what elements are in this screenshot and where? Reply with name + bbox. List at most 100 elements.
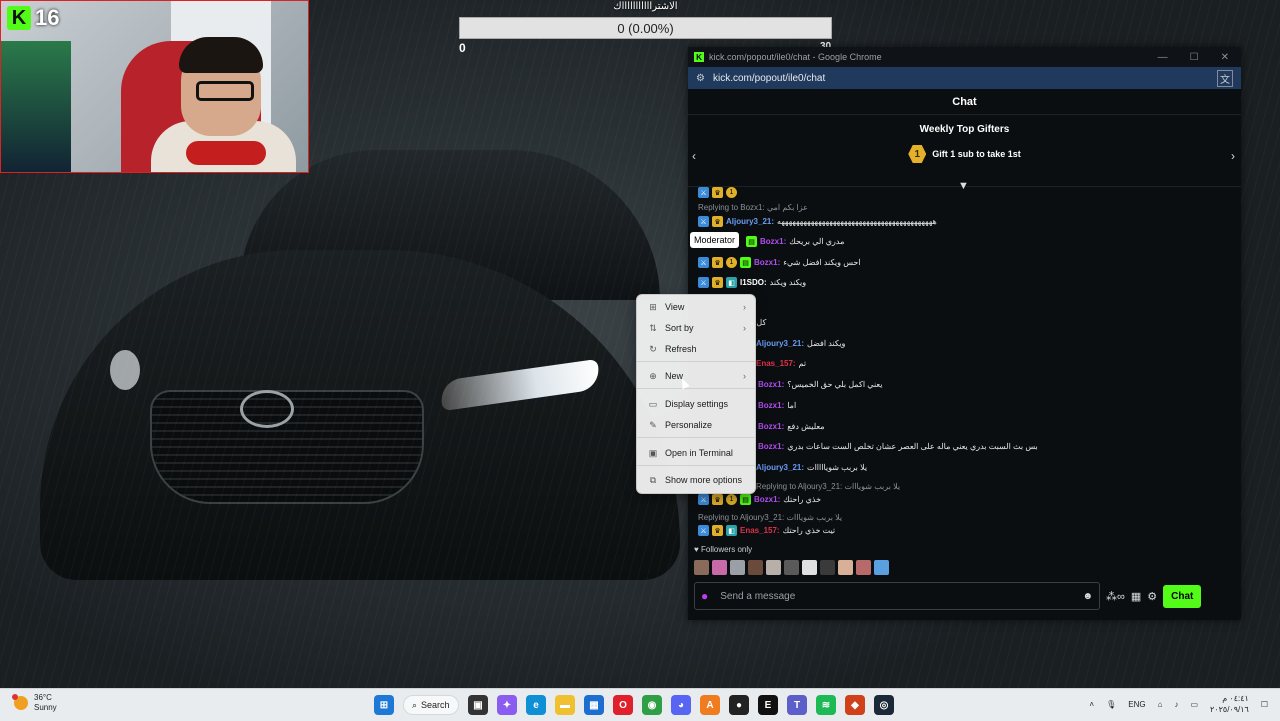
weather-widget[interactable]: 36°C Sunny [12,693,57,713]
chat-username[interactable]: Enas_157: [740,526,780,535]
viewer-count-badge: K 16 [7,5,59,31]
store-app-icon[interactable]: ▦ [584,695,604,715]
avatar[interactable] [748,560,763,575]
reply-context: Replying to Bozx1: عزا بكم امي [698,203,808,212]
menu-divider [637,388,755,389]
vip-crown-icon: ♛ [712,277,723,288]
opera-icon[interactable]: O [613,695,633,715]
heart-icon: ♥ [694,545,699,554]
microphone-icon[interactable]: 🎙 [1106,700,1116,709]
vip-crown-icon: ♛ [712,216,723,227]
close-button[interactable]: ✕ [1221,52,1229,63]
translate-icon[interactable]: 文 [1217,69,1233,87]
subscriber-badge-icon: ▤ [740,257,751,268]
epic-games-icon[interactable]: E [758,695,778,715]
battery-icon[interactable]: ▭ [1190,700,1198,709]
address-bar[interactable]: ⚙ kick.com/popout/ile0/chat 文 [688,67,1241,89]
language-indicator[interactable]: ENG [1128,700,1145,709]
menu-item-show-more-options[interactable]: ⧉ Show more options [637,471,755,489]
menu-item-new[interactable]: ⊕ New › [637,367,755,385]
send-chat-button[interactable]: Chat [1163,584,1202,608]
chat-text: ويكند ويكند [769,278,807,287]
menu-item-open-terminal[interactable]: ▣ Open in Terminal [637,444,755,462]
chat-username[interactable]: Aljoury3_21: [756,339,804,348]
edge-icon[interactable]: e [526,695,546,715]
avatar[interactable] [730,560,745,575]
chevron-right-icon[interactable]: › [1231,149,1235,163]
copilot-icon[interactable]: ✦ [497,695,517,715]
chat-username[interactable]: Bozx1: [760,237,786,246]
chevron-up-icon[interactable]: ˄ [1089,700,1094,709]
menu-item-refresh[interactable]: ↻ Refresh [637,340,755,358]
gifters-title: Weekly Top Gifters [919,124,1010,135]
chat-username[interactable]: Aljoury3_21: [726,217,774,226]
subscriber-badge-icon: ▤ [746,236,757,247]
chat-username[interactable]: Bozx1: [758,442,784,451]
points-icon[interactable]: ⁂∞ [1106,590,1125,603]
chat-text: ويكند افضل [807,339,846,348]
grid-icon: ⊞ [649,301,657,312]
chat-username[interactable]: Bozx1: [758,380,784,389]
clock-time: ٠٤:٤١ م [1222,694,1249,703]
discord-icon[interactable]: ◕ [671,695,691,715]
obs-icon[interactable]: ● [729,695,749,715]
avatar[interactable] [802,560,817,575]
file-explorer-icon[interactable]: ▬ [555,695,575,715]
og-badge-icon: ◧ [726,525,737,536]
game-launcher-icon[interactable]: ◆ [845,695,865,715]
store-icon[interactable]: ▦ [1131,590,1141,603]
avatar[interactable] [874,560,889,575]
clock[interactable]: ٠٤:٤١ م ٢٠٢٥/٠٩/١٦ [1210,693,1249,715]
windows-start-icon[interactable]: ⊞ [374,695,394,715]
volume-icon[interactable]: ♪ [1174,700,1178,709]
brush-icon: ✎ [649,419,657,430]
avatar[interactable] [766,560,781,575]
avatar[interactable] [820,560,835,575]
chat-username[interactable]: Bozx1: [754,495,780,504]
reply-context: Replying to Aljoury3_21: يلا بربب شويااا… [756,482,901,491]
avatar[interactable] [712,560,727,575]
chat-username[interactable]: Bozx1: [758,401,784,410]
chat-messages[interactable]: ⚔ ♛ 1 Replying to Bozx1: عزا بكم امي ⚔ ♛… [688,187,1241,549]
menu-item-display-settings[interactable]: ▭ Display settings [637,395,755,413]
window-titlebar[interactable]: K kick.com/popout/ile0/chat - Google Chr… [688,47,1241,67]
settings-gear-icon[interactable]: ⚙ [1147,590,1157,603]
steam-icon[interactable]: ◎ [874,695,894,715]
display-icon: ▭ [648,398,658,409]
chat-message: ⚔ ♛ 1 [698,187,737,198]
mic-icon[interactable]: ● [701,589,708,603]
site-info-icon[interactable]: ⚙ [696,73,705,84]
avatar[interactable] [694,560,709,575]
chat-username[interactable]: Bozx1: [758,422,784,431]
url-text[interactable]: kick.com/popout/ile0/chat [713,73,825,84]
avatar[interactable] [856,560,871,575]
network-icon[interactable]: ⌂ [1158,700,1163,709]
menu-item-view[interactable]: ⊞ View › [637,298,755,316]
chat-message: Aljoury3_21: ويكند افضل [756,339,845,348]
minimize-button[interactable]: — [1158,52,1168,63]
menu-item-personalize[interactable]: ✎ Personalize [637,416,755,434]
chat-username[interactable]: Bozx1: [754,258,780,267]
chevron-right-icon: › [743,371,746,381]
chat-text: معليش دفع [787,422,825,431]
maximize-button[interactable]: ☐ [1190,52,1199,63]
avatar[interactable] [784,560,799,575]
emoji-icon[interactable]: ☻ [1082,591,1093,602]
chat-input[interactable]: ● Send a message ☻ [694,582,1100,610]
chat-message: Aljoury3_21: يلا بربب شويااااات [756,463,867,472]
chat-username[interactable]: Enas_157: [756,359,796,368]
spotify-icon[interactable]: ≋ [816,695,836,715]
alert-dot-icon [12,694,18,700]
task-view-icon[interactable]: ▣ [468,695,488,715]
notifications-icon[interactable]: ☐ [1261,700,1268,709]
avatar[interactable] [838,560,853,575]
chrome-icon[interactable]: ◉ [642,695,662,715]
gifters-cta[interactable]: Gift 1 sub to take 1st [932,149,1021,159]
taskbar-search[interactable]: ⌕ Search [403,695,459,715]
chat-username[interactable]: I1SDO: [740,278,767,287]
teams-icon[interactable]: T [787,695,807,715]
menu-item-sort-by[interactable]: ⇅ Sort by › [637,319,755,337]
app-a-icon[interactable]: A [700,695,720,715]
chat-text: اما [787,401,797,410]
chat-username[interactable]: Aljoury3_21: [756,463,804,472]
